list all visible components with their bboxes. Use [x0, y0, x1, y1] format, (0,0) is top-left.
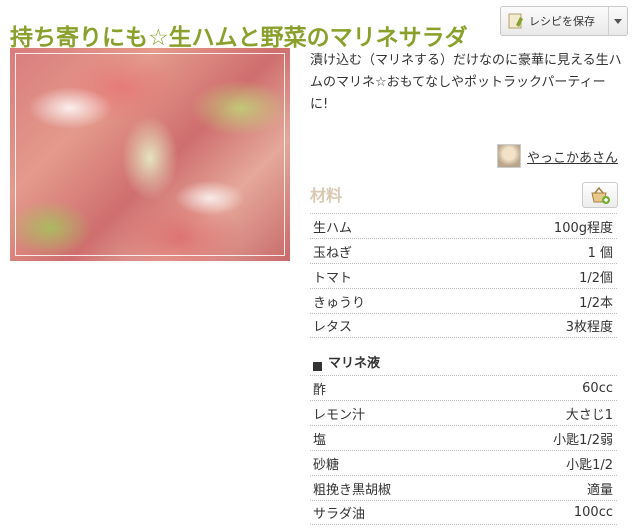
ingredient-qty: 100g程度	[553, 220, 613, 236]
ingredient-qty: 大さじ1	[565, 407, 613, 423]
save-recipe-button[interactable]: レシピを保存	[501, 7, 608, 35]
ingredient-name: 塩	[313, 432, 327, 448]
ingredient-row: 塩 小匙1/2弱	[310, 425, 617, 450]
group-label: マリネ液	[328, 356, 381, 371]
ingredient-qty: 1/2個	[579, 270, 613, 286]
ingredient-row: 生ハム 100g程度	[310, 213, 617, 238]
ingredient-name: 生ハム	[313, 220, 353, 236]
author-link[interactable]: やっこかあさん	[496, 144, 618, 168]
ingredient-row: トマト 1/2個	[310, 263, 617, 288]
ingredient-name: サラダ油	[313, 507, 366, 522]
ingredient-row: きゅうり 1/2本	[310, 288, 617, 313]
ingredient-group-heading: マリネ液	[310, 351, 617, 375]
author-name[interactable]: やっこかあさん	[527, 147, 618, 166]
save-dropdown-toggle[interactable]	[608, 7, 627, 35]
ingredient-row: サラダ油 100cc	[310, 500, 617, 525]
ingredient-row: レタス 3枚程度	[310, 313, 617, 338]
recipe-photo[interactable]	[10, 48, 290, 261]
ingredient-qty: 3枚程度	[565, 320, 613, 335]
save-recipe-control: レシピを保存	[500, 6, 628, 36]
marinade-list: マリネ液 酢 60cc レモン汁 大さじ1 塩 小匙1/2弱 砂糖 小匙1/2 粗挽き黒…	[310, 351, 617, 525]
add-to-shopping-list-button[interactable]	[582, 182, 618, 208]
ingredient-qty: 1 個	[587, 245, 613, 261]
ingredient-qty: 小匙1/2	[566, 457, 613, 473]
ingredient-name: 酢	[313, 382, 327, 398]
ingredient-name: レタス	[313, 320, 353, 335]
recipe-description: 漬け込む（マリネする）だけなのに豪華に見える生ハムのマリネ☆おもてなしやポットラ…	[310, 53, 622, 112]
ingredient-row: 酢 60cc	[310, 375, 617, 400]
ingredient-name: 玉ねぎ	[313, 245, 353, 261]
ingredient-qty: 小匙1/2弱	[553, 432, 613, 448]
ingredient-qty: 60cc	[582, 380, 613, 396]
square-bullet-icon	[313, 362, 322, 371]
ingredient-qty: 1/2本	[579, 295, 613, 311]
ingredient-row: 砂糖 小匙1/2	[310, 450, 617, 475]
photo-frame	[15, 53, 285, 256]
ingredient-qty: 100cc	[573, 505, 613, 520]
ingredient-name: トマト	[313, 270, 353, 286]
ingredient-row: 玉ねぎ 1 個	[310, 238, 617, 263]
ingredient-row: レモン汁 大さじ1	[310, 400, 617, 425]
ingredients-heading: 材料	[310, 186, 343, 205]
chevron-down-icon	[614, 18, 622, 24]
ingredient-name: 砂糖	[313, 457, 340, 473]
save-recipe-icon	[508, 13, 523, 29]
ingredients-list: 生ハム 100g程度 玉ねぎ 1 個 トマト 1/2個 きゅうり 1/2本 レタス 3枚程…	[310, 213, 617, 338]
shopping-basket-add-icon	[591, 186, 610, 204]
save-recipe-label: レシピを保存	[529, 15, 595, 28]
ingredient-name: 粗挽き黒胡椒	[313, 482, 392, 498]
ingredient-name: レモン汁	[313, 407, 366, 423]
ingredient-row: 粗挽き黒胡椒 適量	[310, 475, 617, 500]
avatar	[496, 144, 521, 168]
ingredient-name: きゅうり	[313, 295, 366, 311]
ingredient-qty: 適量	[586, 482, 613, 498]
